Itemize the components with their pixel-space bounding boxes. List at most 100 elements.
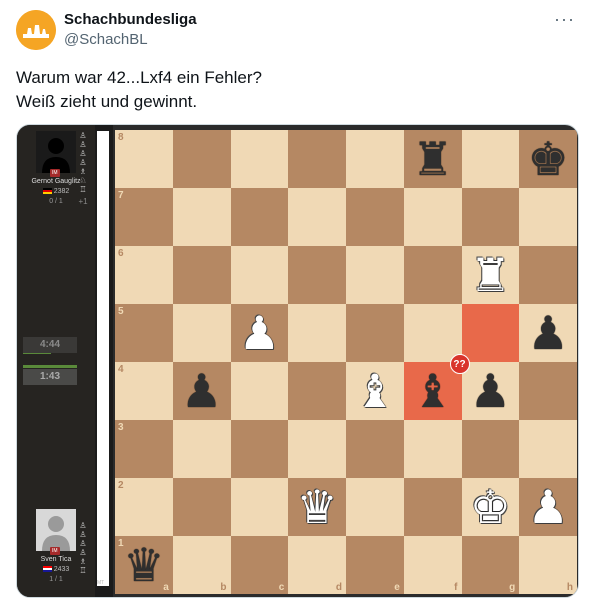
square-a4[interactable]: 4 bbox=[115, 362, 173, 420]
square-e7[interactable] bbox=[346, 188, 404, 246]
square-e1[interactable]: e bbox=[346, 536, 404, 594]
croatia-flag-icon bbox=[42, 566, 52, 573]
player-avatar: IM bbox=[36, 509, 76, 555]
white-piece-icon[interactable]: ♝ bbox=[346, 362, 404, 420]
profile-avatar[interactable] bbox=[16, 10, 56, 50]
square-d1[interactable]: d bbox=[288, 536, 346, 594]
square-c5[interactable]: ♟ bbox=[230, 304, 289, 362]
white-piece-icon[interactable]: ♟ bbox=[231, 304, 289, 362]
square-g5[interactable] bbox=[461, 304, 520, 362]
white-piece-icon[interactable]: ♚ bbox=[462, 478, 520, 536]
square-b2[interactable] bbox=[172, 478, 231, 536]
file-label: d bbox=[335, 582, 342, 593]
black-piece-icon[interactable]: ♛ bbox=[115, 536, 173, 594]
tweet-text-line: Warum war 42...Lxf4 ein Fehler? bbox=[16, 68, 262, 87]
square-c7[interactable] bbox=[230, 188, 289, 246]
square-f4[interactable]: ♝?? bbox=[403, 354, 470, 420]
square-h4[interactable] bbox=[519, 362, 577, 420]
square-h2[interactable]: ♟ bbox=[519, 478, 577, 536]
author-handle[interactable]: @SchachBL bbox=[64, 31, 148, 48]
square-a2[interactable]: 2 bbox=[115, 478, 173, 536]
square-h6[interactable] bbox=[519, 246, 577, 304]
title-badge: IM bbox=[50, 547, 60, 555]
captured-pieces-bottom: ♙ ♙ ♙ ♙ ♗ ♖ bbox=[76, 521, 90, 575]
black-piece-icon[interactable]: ♟ bbox=[462, 362, 520, 420]
square-f6[interactable] bbox=[403, 246, 462, 304]
square-c3[interactable] bbox=[230, 420, 289, 478]
square-e3[interactable] bbox=[346, 420, 404, 478]
square-f2[interactable] bbox=[403, 478, 462, 536]
square-f7[interactable] bbox=[403, 188, 462, 246]
square-g2[interactable]: ♚ bbox=[461, 478, 520, 536]
square-f5[interactable] bbox=[403, 304, 462, 362]
square-d2[interactable]: ♛ bbox=[288, 478, 346, 536]
square-h5[interactable]: ♟ bbox=[519, 304, 577, 362]
square-h3[interactable] bbox=[519, 420, 577, 478]
square-b3[interactable] bbox=[172, 420, 231, 478]
rank-label: 4 bbox=[118, 364, 124, 375]
captured-piece-icon: ♙ bbox=[79, 149, 87, 158]
captured-piece-icon: ♙ bbox=[79, 548, 87, 557]
chess-board[interactable]: 8 ♜ ♚ 7 6 ♜ 5 ♟ ♟ 4 ♟ ♝ ♝?? ♟ 3 2 ♛ ♚ ♟ 1 a ♛ b c d e f g h bbox=[115, 130, 577, 594]
square-c8[interactable] bbox=[230, 130, 289, 188]
square-f1[interactable]: f bbox=[403, 536, 462, 594]
square-c1[interactable]: c bbox=[230, 536, 289, 594]
germany-flag-icon bbox=[42, 188, 52, 195]
captured-pieces-top: ♙ ♙ ♙ ♙ ♗ ♘ ♖ bbox=[76, 131, 90, 194]
black-piece-icon[interactable]: ♚ bbox=[519, 130, 577, 188]
square-a6[interactable]: 6 bbox=[115, 246, 173, 304]
clock-top: 4:44 bbox=[23, 337, 77, 353]
square-d3[interactable] bbox=[288, 420, 346, 478]
chess-image[interactable]: IM Gernot Gauglitz 2382 0 / 1 ♙ ♙ ♙ ♙ ♗ ♘ ♖ +1… bbox=[16, 124, 579, 598]
square-b6[interactable] bbox=[172, 246, 231, 304]
square-g1[interactable]: g bbox=[461, 536, 520, 594]
square-a7[interactable]: 7 bbox=[115, 188, 173, 246]
square-e4[interactable]: ♝ bbox=[346, 362, 404, 420]
square-a3[interactable]: 3 bbox=[115, 420, 173, 478]
square-h7[interactable] bbox=[519, 188, 577, 246]
square-d5[interactable] bbox=[288, 304, 346, 362]
material-advantage: +1 bbox=[78, 197, 88, 206]
square-g6[interactable]: ♜ bbox=[461, 246, 520, 304]
square-d7[interactable] bbox=[288, 188, 346, 246]
black-piece-icon[interactable]: ♜ bbox=[404, 130, 462, 188]
square-d4[interactable] bbox=[288, 362, 346, 420]
square-f8[interactable]: ♜ bbox=[403, 130, 462, 188]
white-piece-icon[interactable]: ♜ bbox=[462, 246, 520, 304]
square-d8[interactable] bbox=[288, 130, 346, 188]
black-piece-icon[interactable]: ♟ bbox=[173, 362, 231, 420]
square-b8[interactable] bbox=[172, 130, 231, 188]
more-options-icon[interactable]: ··· bbox=[554, 10, 575, 28]
white-piece-icon[interactable]: ♛ bbox=[288, 478, 346, 536]
captured-piece-icon: ♘ bbox=[79, 176, 87, 185]
file-label: f bbox=[454, 582, 458, 593]
square-b7[interactable] bbox=[172, 188, 231, 246]
square-e8[interactable] bbox=[346, 130, 404, 188]
square-c6[interactable] bbox=[230, 246, 289, 304]
square-h1[interactable]: h bbox=[519, 536, 577, 594]
author-name[interactable]: Schachbundesliga bbox=[64, 11, 197, 28]
user-silhouette-icon bbox=[36, 509, 76, 551]
square-e5[interactable] bbox=[346, 304, 404, 362]
square-g4[interactable]: ♟ bbox=[461, 362, 520, 420]
square-d6[interactable] bbox=[288, 246, 346, 304]
square-e2[interactable] bbox=[346, 478, 404, 536]
square-g3[interactable] bbox=[461, 420, 520, 478]
square-b1[interactable]: b bbox=[172, 536, 231, 594]
square-a5[interactable]: 5 bbox=[115, 304, 173, 362]
square-b4[interactable]: ♟ bbox=[172, 362, 231, 420]
white-piece-icon[interactable]: ♟ bbox=[519, 478, 577, 536]
square-c2[interactable] bbox=[230, 478, 289, 536]
square-b5[interactable] bbox=[172, 304, 231, 362]
square-c4[interactable] bbox=[230, 362, 289, 420]
square-g7[interactable] bbox=[461, 188, 520, 246]
player-rating: 2433 bbox=[53, 566, 70, 573]
black-piece-icon[interactable]: ♟ bbox=[519, 304, 577, 362]
square-h8[interactable]: ♚ bbox=[519, 130, 577, 188]
square-a8[interactable]: 8 bbox=[115, 130, 173, 188]
square-e6[interactable] bbox=[346, 246, 404, 304]
square-f3[interactable] bbox=[403, 420, 462, 478]
player-score: 1 / 1 bbox=[49, 576, 63, 583]
square-a1[interactable]: 1 a ♛ bbox=[115, 536, 173, 594]
square-g8[interactable] bbox=[461, 130, 520, 188]
